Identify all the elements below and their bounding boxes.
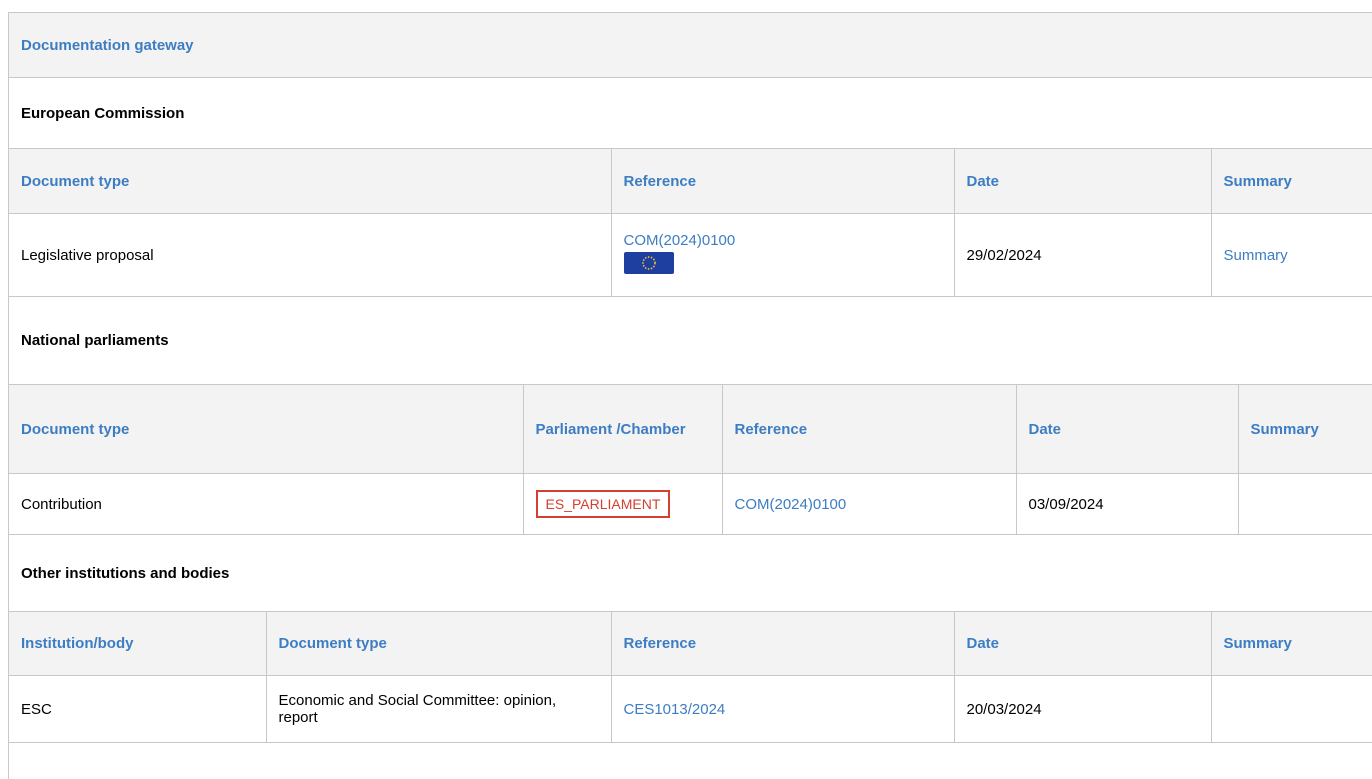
section-title-national-parliaments: National parliaments [21,332,169,349]
cell-date: 20/03/2024 [953,675,1212,743]
gateway-header: Documentation gateway [9,13,1372,78]
table-row: ESC Economic and Social Committee: opini… [9,675,1372,743]
cell-document-type: Economic and Social Committee: opinion, … [265,675,612,743]
table-row: Contribution ES_PARLIAMENT COM(2024)0100… [9,473,1372,535]
cell-parliament: ES_PARLIAMENT [522,473,723,535]
parliament-badge[interactable]: ES_PARLIAMENT [535,490,671,518]
reference-link[interactable]: CES1013/2024 [624,701,726,718]
column-header-parliament-chamber: Parliament /Chamber [522,384,723,474]
cell-date: 03/09/2024 [1015,473,1239,535]
documentation-gateway: Documentation gateway European Commissio… [8,12,1372,779]
column-header-reference: Reference [610,611,955,676]
column-header-date: Date [953,611,1212,676]
cell-summary [1237,473,1372,535]
commission-table: Document type Reference Date Summary Leg… [9,148,1372,297]
summary-link[interactable]: Summary [1224,247,1288,264]
cell-summary [1210,675,1372,743]
column-header-document-type: Document type [265,611,612,676]
column-header-summary: Summary [1210,611,1372,676]
column-header-summary: Summary [1237,384,1372,474]
column-header-date: Date [1015,384,1239,474]
table-header-row: Institution/body Document type Reference… [9,611,1372,676]
cell-reference: CES1013/2024 [610,675,955,743]
cell-reference: COM(2024)0100 [721,473,1017,535]
cell-reference: COM(2024)0100 [610,213,955,297]
column-header-institution-body: Institution/body [9,611,267,676]
cell-institution: ESC [9,675,267,743]
gateway-title: Documentation gateway [21,36,194,54]
column-header-date: Date [953,148,1212,214]
table-header-row: Document type Parliament /Chamber Refere… [9,384,1372,474]
column-header-document-type: Document type [9,148,612,214]
column-header-reference: Reference [610,148,955,214]
reference-link[interactable]: COM(2024)0100 [624,232,942,249]
section-title-european-commission: European Commission [21,104,185,122]
column-header-reference: Reference [721,384,1017,474]
section-title-other-institutions: Other institutions and bodies [21,564,230,582]
cell-document-type: Legislative proposal [9,213,612,297]
table-header-row: Document type Reference Date Summary [9,148,1372,214]
cell-document-type: Contribution [9,473,524,535]
cell-summary: Summary [1210,213,1372,297]
eu-flag-icon[interactable] [623,252,674,274]
cell-date: 29/02/2024 [953,213,1212,297]
parliaments-table: Document type Parliament /Chamber Refere… [9,384,1372,535]
reference-link[interactable]: COM(2024)0100 [735,496,847,513]
column-header-summary: Summary [1210,148,1372,214]
other-institutions-table: Institution/body Document type Reference… [9,611,1372,743]
column-header-document-type: Document type [9,384,524,474]
table-row: Legislative proposal COM(2024)0100 29/02… [9,213,1372,297]
